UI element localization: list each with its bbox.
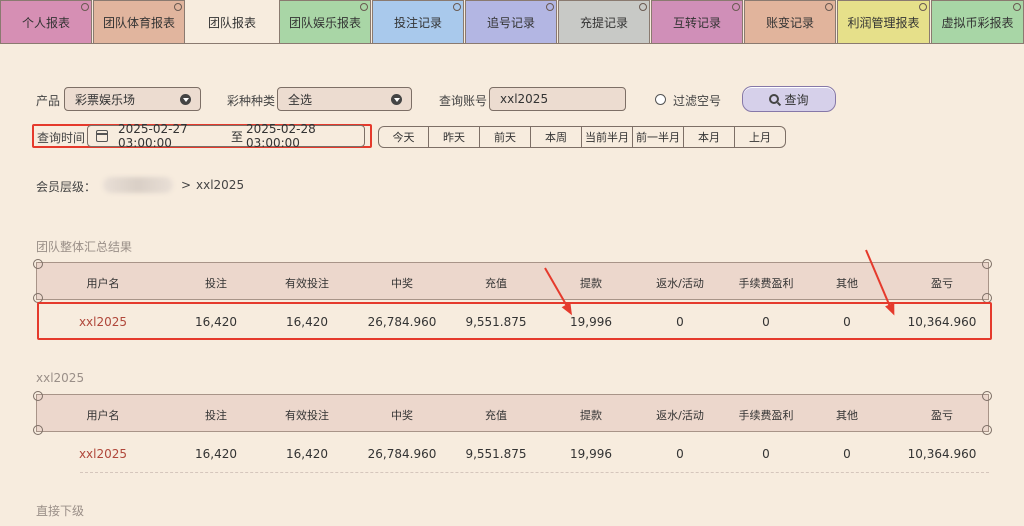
user-row-rebate: 0 bbox=[676, 447, 684, 461]
column-header: 提款 bbox=[580, 277, 602, 290]
column-header: 充值 bbox=[485, 409, 507, 422]
column-header: 提款 bbox=[580, 409, 602, 422]
tab-chase-records[interactable]: 追号记录 bbox=[465, 0, 557, 44]
quick-date-buttons: 今天 昨天 前天 本周 当前半月 前一半月 本月 上月 bbox=[378, 126, 786, 148]
row-divider bbox=[80, 472, 989, 473]
column-header: 返水/活动 bbox=[656, 277, 704, 290]
query-button[interactable]: 查询 bbox=[742, 86, 836, 112]
column-header: 用户名 bbox=[86, 409, 120, 422]
member-level-separator: > bbox=[181, 178, 192, 192]
lottery-type-select[interactable]: 全选 bbox=[277, 87, 412, 111]
column-header: 中奖 bbox=[391, 277, 413, 290]
filter-empty-label[interactable]: 过滤空号 bbox=[673, 92, 721, 109]
column-header: 其他 bbox=[836, 409, 858, 422]
column-header: 充值 bbox=[485, 277, 507, 290]
tab-account-change-records[interactable]: 账变记录 bbox=[744, 0, 836, 44]
column-header: 手续费盈利 bbox=[738, 277, 794, 290]
column-header: 有效投注 bbox=[285, 277, 329, 290]
column-header: 手续费盈利 bbox=[738, 409, 794, 422]
user-row-bet: 16,420 bbox=[195, 447, 237, 461]
tab-personal-report[interactable]: 个人报表 bbox=[0, 0, 92, 44]
tab-transfer-records[interactable]: 互转记录 bbox=[651, 0, 743, 44]
user-row-deposit: 9,551.875 bbox=[465, 447, 527, 461]
user-row-valid-bet: 16,420 bbox=[286, 447, 328, 461]
date-range-field[interactable]: 2025-02-27 03:00:00 至 2025-02-28 03:00:0… bbox=[87, 122, 365, 150]
chevron-down-icon bbox=[180, 94, 191, 105]
tab-team-sports-report[interactable]: 团队体育报表 bbox=[93, 0, 185, 44]
tab-bet-records[interactable]: 投注记录 bbox=[372, 0, 464, 44]
column-header: 用户名 bbox=[86, 277, 120, 290]
member-level-label: 会员层级： bbox=[36, 180, 97, 194]
product-select[interactable]: 彩票娱乐场 bbox=[64, 87, 201, 111]
column-header: 返水/活动 bbox=[656, 409, 704, 422]
tab-team-report[interactable]: 团队报表 bbox=[186, 0, 278, 44]
quick-date-this-week[interactable]: 本周 bbox=[531, 126, 582, 148]
search-icon bbox=[769, 94, 780, 104]
calendar-icon bbox=[96, 130, 108, 142]
column-header: 投注 bbox=[205, 277, 227, 290]
product-label: 产品 bbox=[36, 94, 61, 108]
user-row-prize: 26,784.960 bbox=[367, 447, 437, 461]
tab-crypto-lottery-report[interactable]: 虚拟币彩报表 bbox=[931, 0, 1024, 44]
user-row-fee-profit: 0 bbox=[762, 447, 770, 461]
user-row-username[interactable]: xxl2025 bbox=[76, 447, 130, 461]
summary-row-highlight bbox=[37, 302, 992, 340]
column-header: 其他 bbox=[836, 277, 858, 290]
column-header: 盈亏 bbox=[931, 277, 953, 290]
member-level-link[interactable]: xxl2025 bbox=[196, 178, 244, 192]
quick-date-current-half-month[interactable]: 当前半月 bbox=[582, 126, 633, 148]
tab-deposit-withdraw-records[interactable]: 充提记录 bbox=[558, 0, 650, 44]
column-header: 盈亏 bbox=[931, 409, 953, 422]
chevron-down-icon bbox=[391, 94, 402, 105]
account-input[interactable]: xxl2025 bbox=[489, 87, 626, 111]
direct-subordinates-title: 直接下级 bbox=[36, 504, 85, 518]
account-label: 查询账号 bbox=[439, 94, 488, 108]
quick-date-previous-half-month[interactable]: 前一半月 bbox=[633, 126, 684, 148]
tab-team-entertainment-report[interactable]: 团队娱乐报表 bbox=[279, 0, 371, 44]
quick-date-this-month[interactable]: 本月 bbox=[684, 126, 735, 148]
quick-date-yesterday[interactable]: 昨天 bbox=[429, 126, 480, 148]
tab-profit-management-report[interactable]: 利润管理报表 bbox=[837, 0, 930, 44]
lottery-type-label: 彩种种类 bbox=[227, 94, 276, 108]
tabs-divider bbox=[0, 43, 1024, 44]
quick-date-last-month[interactable]: 上月 bbox=[735, 126, 786, 148]
report-tabs: 个人报表 团队体育报表 团队报表 团队娱乐报表 投注记录 追号记录 充提记录 互… bbox=[0, 0, 1024, 44]
column-header: 投注 bbox=[205, 409, 227, 422]
summary-section-title: 团队整体汇总结果 bbox=[36, 240, 133, 254]
column-header: 有效投注 bbox=[285, 409, 329, 422]
user-section-title: xxl2025 bbox=[36, 371, 85, 385]
redacted-area bbox=[103, 177, 173, 193]
quick-date-day-before[interactable]: 前天 bbox=[480, 126, 531, 148]
filter-empty-radio[interactable] bbox=[655, 94, 666, 105]
user-row-withdraw: 19,996 bbox=[570, 447, 612, 461]
user-row-profit-loss: 10,364.960 bbox=[907, 447, 977, 461]
column-header: 中奖 bbox=[391, 409, 413, 422]
query-time-label: 查询时间 bbox=[37, 131, 86, 145]
user-row-other: 0 bbox=[843, 447, 851, 461]
user-table: 用户名 投注 有效投注 中奖 充值 提款 返水/活动 手续费盈利 其他 盈亏 x… bbox=[33, 391, 992, 474]
quick-date-today[interactable]: 今天 bbox=[378, 126, 429, 148]
